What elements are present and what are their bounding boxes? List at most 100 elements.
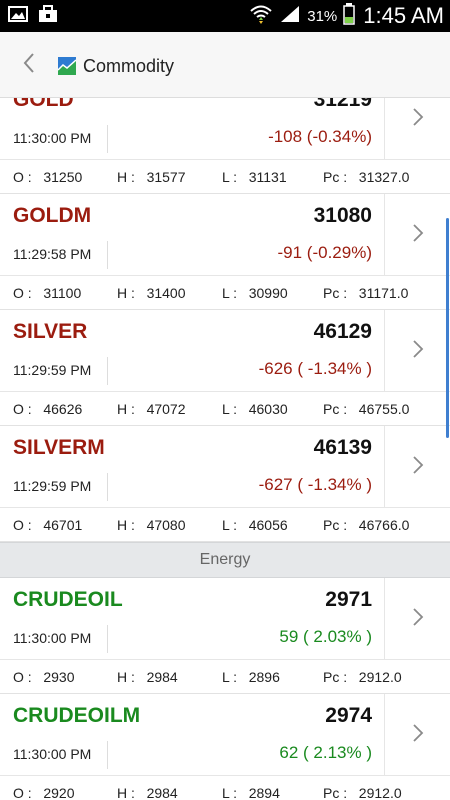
low-value: L : 46056 [222,517,288,533]
divider [107,625,108,653]
quote-time: 11:29:59 PM [13,478,92,494]
open-value: O : 31100 [13,285,82,301]
quote-summary: CRUDEOIL 2971 11:30:00 PM 59 ( 2.03% ) [0,578,450,660]
signal-icon [279,4,301,29]
quote-time: 11:30:00 PM [13,630,92,646]
back-button[interactable] [14,50,44,80]
wifi-icon [249,3,273,30]
high-value: H : 31400 [117,285,186,301]
high-value: H : 2984 [117,785,178,800]
quote-summary: SILVER 46129 11:29:59 PM -626 ( -1.34% ) [0,310,450,392]
low-value: L : 30990 [222,285,288,301]
detail-button[interactable] [384,310,450,392]
ohlc-row: O : 46701 H : 47080 L : 46056 Pc : 46766… [0,508,450,542]
symbol-name: CRUDEOILM [13,704,141,727]
detail-button[interactable] [384,194,450,276]
high-value: H : 47072 [117,401,186,417]
quote-summary: GOLD 31219 11:30:00 PM -108 (-0.34%) [0,98,450,160]
last-price: 2974 [325,704,372,727]
ohlc-row: O : 46626 H : 47072 L : 46030 Pc : 46755… [0,392,450,426]
clock: 1:45 AM [363,3,444,28]
list-item[interactable]: CRUDEOILM 2974 11:30:00 PM 62 ( 2.13% ) … [0,694,450,800]
prev-close-value: Pc : 2912.0 [323,785,402,800]
quote-time: 11:29:58 PM [13,246,92,262]
list-item[interactable]: SILVER 46129 11:29:59 PM -626 ( -1.34% )… [0,310,450,426]
section-header-energy: Energy [0,542,450,578]
quote-summary: SILVERM 46139 11:29:59 PM -627 ( -1.34% … [0,426,450,508]
quote-summary: CRUDEOILM 2974 11:30:00 PM 62 ( 2.13% ) [0,694,450,776]
ohlc-row: O : 31250 H : 31577 L : 31131 Pc : 31327… [0,160,450,194]
chevron-right-icon [412,223,424,248]
quote-time: 11:29:59 PM [13,362,92,378]
low-value: L : 31131 [222,169,287,185]
quote-time: 11:30:00 PM [13,130,92,146]
prev-close-value: Pc : 46766.0 [323,517,410,533]
price-change: 59 ( 2.03% ) [279,627,372,646]
price-change: -91 (-0.29%) [277,243,372,262]
open-value: O : 2930 [13,669,75,685]
battery-percent: 31% [307,7,338,25]
divider [107,473,108,501]
chevron-right-icon [412,455,424,480]
open-value: O : 46626 [13,401,83,417]
chevron-right-icon [412,107,424,132]
detail-button[interactable] [384,694,450,776]
image-icon [8,5,28,28]
ohlc-row: O : 2920 H : 2984 L : 2894 Pc : 2912.0 [0,776,450,800]
prev-close-value: Pc : 31327.0 [323,169,410,185]
symbol-name: GOLD [13,98,74,111]
price-change: -627 ( -1.34% ) [258,475,372,494]
price-change: 62 ( 2.13% ) [279,743,372,762]
status-bar: 31% 1:45 AM [0,0,450,32]
open-value: O : 2920 [13,785,75,800]
ohlc-row: O : 31100 H : 31400 L : 30990 Pc : 31171… [0,276,450,310]
symbol-name: SILVERM [13,436,105,459]
price-change: -108 (-0.34%) [268,127,372,146]
symbol-name: SILVER [13,320,88,343]
low-value: L : 46030 [222,401,288,417]
ohlc-row: O : 2930 H : 2984 L : 2896 Pc : 2912.0 [0,660,450,694]
list-item[interactable]: GOLDM 31080 11:29:58 PM -91 (-0.29%) O :… [0,194,450,310]
low-value: L : 2896 [222,669,280,685]
detail-button[interactable] [384,578,450,660]
last-price: 46129 [313,320,372,343]
high-value: H : 47080 [117,517,186,533]
detail-button[interactable] [384,98,450,160]
prev-close-value: Pc : 46755.0 [323,401,410,417]
chevron-right-icon [412,723,424,748]
list-content: GOLD 31219 11:30:00 PM -108 (-0.34%) O :… [0,98,450,800]
chevron-left-icon [22,52,36,79]
divider [107,125,108,153]
divider [107,741,108,769]
prev-close-value: Pc : 31171.0 [323,285,409,301]
detail-button[interactable] [384,426,450,508]
symbol-name: CRUDEOIL [13,588,123,611]
last-price: 31080 [313,204,372,227]
prev-close-value: Pc : 2912.0 [323,669,402,685]
list-item[interactable]: SILVERM 46139 11:29:59 PM -627 ( -1.34% … [0,426,450,542]
last-price: 46139 [313,436,372,459]
quote-summary: GOLDM 31080 11:29:58 PM -91 (-0.29%) [0,194,450,276]
page-title: Commodity [83,56,175,76]
divider [107,241,108,269]
list-item[interactable]: CRUDEOIL 2971 11:30:00 PM 59 ( 2.03% ) O… [0,578,450,694]
symbol-name: GOLDM [13,204,92,227]
list-item[interactable]: GOLD 31219 11:30:00 PM -108 (-0.34%) O :… [0,98,450,194]
briefcase-icon [38,5,58,28]
commodity-list[interactable]: GOLD 31219 11:30:00 PM -108 (-0.34%) O :… [0,98,450,800]
app-bar: Commodity [0,32,450,98]
battery-icon [343,2,356,30]
last-price: 31219 [313,98,372,111]
quote-time: 11:30:00 PM [13,746,92,762]
low-value: L : 2894 [222,785,280,800]
scrollbar[interactable] [446,218,449,438]
last-price: 2971 [325,588,372,611]
open-value: O : 31250 [13,169,83,185]
open-value: O : 46701 [13,517,83,533]
chevron-right-icon [412,339,424,364]
divider [107,357,108,385]
chart-icon [57,57,77,75]
high-value: H : 31577 [117,169,186,185]
chevron-right-icon [412,607,424,632]
high-value: H : 2984 [117,669,178,685]
